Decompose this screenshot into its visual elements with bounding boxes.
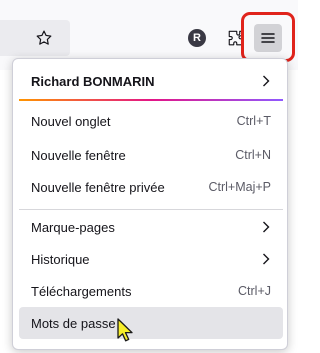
menu-button-highlight [241,12,295,62]
menu-item-shortcut: Ctrl+T [236,114,271,128]
menu-item-shortcut: Ctrl+Maj+P [208,180,271,194]
menu-item-label: Nouvelle fenêtre [31,147,126,163]
account-item[interactable]: Richard BONMARIN [19,65,283,97]
menu-item-new-tab[interactable]: Nouvel onglet Ctrl+T [19,105,283,137]
menu-item-shortcut: Ctrl+N [235,148,271,162]
menu-item-new-private-window[interactable]: Nouvelle fenêtre privée Ctrl+Maj+P [19,171,283,203]
account-name: Richard BONMARIN [31,73,155,89]
mouse-cursor-icon [116,318,134,347]
menu-separator [19,209,283,210]
chevron-right-icon [261,220,271,234]
menu-item-downloads[interactable]: Téléchargements Ctrl+J [19,275,283,307]
menu-item-label: Historique [31,251,90,267]
menu-item-bookmarks[interactable]: Marque-pages [19,211,283,243]
star-icon[interactable] [30,24,58,52]
app-menu-panel: Richard BONMARIN Nouvel onglet Ctrl+T No… [12,58,288,350]
menu-item-passwords[interactable]: Mots de passe [19,307,283,339]
account-gradient-divider [19,99,283,101]
menu-item-label: Téléchargements [31,283,132,299]
menu-item-history[interactable]: Historique [19,243,283,275]
menu-item-shortcut: Ctrl+J [238,284,271,298]
menu-item-new-window[interactable]: Nouvelle fenêtre Ctrl+N [19,139,283,171]
menu-item-label: Nouvelle fenêtre privée [31,179,165,195]
chevron-right-icon [261,252,271,266]
menu-item-label: Nouvel onglet [31,113,111,129]
menu-item-label: Marque-pages [31,219,115,235]
menu-item-label: Mots de passe [31,315,116,331]
chevron-right-icon [261,74,271,88]
profile-avatar[interactable]: R [188,29,206,47]
